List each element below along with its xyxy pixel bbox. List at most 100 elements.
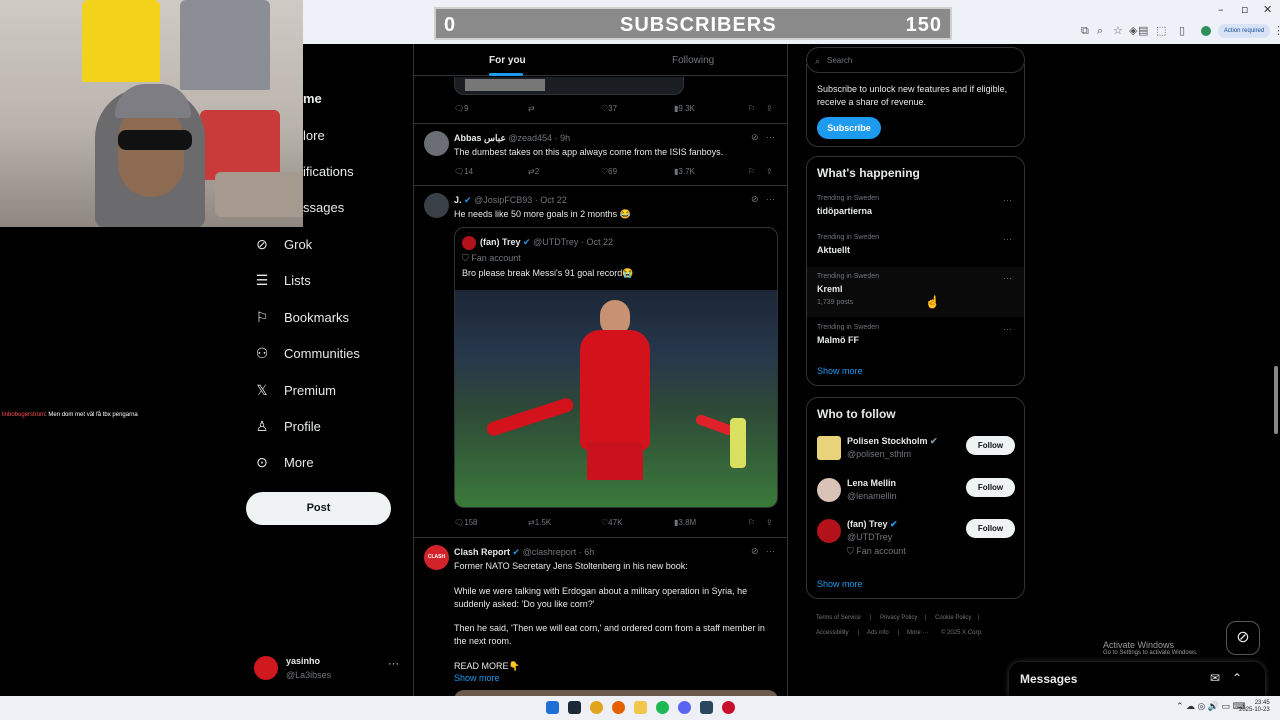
bookmark-icon[interactable]: ⚐ [748, 167, 755, 176]
puzzle-icon[interactable]: ⬚ [1156, 24, 1166, 37]
nav-communities[interactable]: ⚇ Communities [254, 345, 360, 361]
grok-icon[interactable]: ⊘ [751, 194, 759, 205]
nav-home-partial[interactable]: me [303, 91, 322, 106]
more-dots-icon[interactable]: ··· [1003, 234, 1012, 244]
clock[interactable]: 23:45 2025-10-23 [1239, 700, 1270, 714]
trend-item[interactable]: Trending in Sweden Aktuellt ··· [807, 234, 1024, 270]
more-dots-icon[interactable]: ··· [1003, 195, 1012, 205]
views-button[interactable]: ▮ 3.7K [674, 167, 695, 176]
share-icon[interactable]: ⇪ [766, 104, 773, 113]
tweet-photo[interactable] [455, 290, 777, 507]
post-button[interactable]: Post [246, 492, 391, 525]
follow-suggestion[interactable]: Polisen Stockholm ✔ @polisen_sthlm Follo… [807, 436, 1024, 476]
spotify-icon[interactable] [656, 701, 669, 714]
repost-button[interactable]: ⇄ [528, 104, 535, 113]
tab-for-you[interactable]: For you [489, 55, 526, 66]
avatar[interactable]: CLASH [424, 545, 449, 570]
start-icon[interactable] [546, 701, 559, 714]
more-dots-icon[interactable]: ··· [1003, 273, 1012, 283]
views-button[interactable]: ▮ 9.3K [674, 104, 695, 113]
avatar[interactable] [424, 193, 449, 218]
author-name[interactable]: J. [454, 195, 462, 205]
discord-icon[interactable] [678, 701, 691, 714]
share-icon[interactable]: ⇪ [766, 167, 773, 176]
close-button[interactable]: ✕ [1263, 3, 1272, 16]
follow-suggestion[interactable]: (fan) Trey ✔ @UTDTrey ⛉ Fan account Foll… [807, 519, 1024, 565]
account-switcher[interactable]: yasinho @La3ibses ··· [254, 652, 404, 688]
author-handle[interactable]: @zead454 [508, 133, 552, 143]
reply-button[interactable]: 🗨 14 [454, 167, 473, 176]
show-more-link[interactable]: Show more [454, 673, 500, 683]
more-dots-icon[interactable]: ··· [766, 132, 775, 142]
subscribe-button[interactable]: Subscribe [817, 117, 881, 139]
page-scrollbar[interactable] [1272, 44, 1280, 696]
footer-link[interactable]: Ads info [867, 630, 889, 636]
author-name[interactable]: Clash Report [454, 547, 510, 557]
reply-button[interactable]: 🗨 158 [454, 518, 478, 527]
folder-icon[interactable] [634, 701, 647, 714]
messages-drawer[interactable]: Messages ✉ ⌃ [1009, 662, 1265, 696]
tweet-time[interactable]: Oct 22 [540, 195, 567, 205]
more-dots-icon[interactable]: ··· [1003, 324, 1012, 334]
like-button[interactable]: ♡ 47K [601, 518, 622, 527]
nav-profile[interactable]: ♙ Profile [254, 418, 321, 434]
chrome-icon[interactable] [590, 701, 603, 714]
star-icon[interactable]: ☆ [1113, 24, 1123, 37]
nav-explore-partial[interactable]: lore [303, 128, 325, 143]
reply-button[interactable]: 🗨 9 [454, 104, 469, 113]
author-handle[interactable]: @JosipFCB93 [474, 195, 532, 205]
like-button[interactable]: ♡ 69 [601, 167, 617, 176]
follow-button[interactable]: Follow [966, 436, 1015, 455]
obs-icon[interactable] [722, 701, 735, 714]
zoom-icon[interactable]: ⌕ [1097, 24, 1103, 38]
bookmark-icon[interactable]: ⚐ [748, 518, 755, 527]
footer-link[interactable]: Privacy Policy [880, 615, 917, 621]
menu-icon[interactable]: ⋮ [1273, 24, 1280, 37]
extension-icon[interactable]: ▤ [1138, 24, 1148, 37]
tab-following[interactable]: Following [672, 55, 714, 66]
avatar[interactable] [424, 131, 449, 156]
minimize-button[interactable]: – [1218, 3, 1224, 16]
author-name[interactable]: Abbas عباس [454, 133, 506, 143]
follow-suggestion[interactable]: Lena Mellin @lenamellin Follow [807, 478, 1024, 518]
repost-button[interactable]: ⇄ 2 [528, 167, 539, 176]
nav-bookmarks[interactable]: ⚐ Bookmarks [254, 309, 349, 325]
scrollbar-thumb[interactable] [1274, 366, 1278, 434]
like-button[interactable]: ♡ 37 [601, 104, 617, 113]
more-dots-icon[interactable]: ··· [766, 546, 775, 556]
grok-icon[interactable]: ⊘ [751, 132, 759, 143]
tray-icons[interactable]: ⌃ ☁ ◎ 🔊 ▭ ⌨ [1176, 701, 1246, 712]
grok-floating-button[interactable]: ⊘ [1226, 621, 1260, 655]
follow-button[interactable]: Follow [966, 519, 1015, 538]
quoted-tweet[interactable]: (fan) Trey ✔ @UTDTrey · Oct 22 ⛉ Fan acc… [454, 227, 778, 508]
trend-item[interactable]: Trending in Sweden Malmö FF ··· [807, 324, 1024, 360]
steam-icon[interactable] [700, 701, 713, 714]
repost-button[interactable]: ⇄ 1.5K [528, 518, 551, 527]
show-more-follow-link[interactable]: Show more [817, 579, 863, 589]
translate-icon[interactable]: ◈ [1129, 24, 1137, 37]
share-icon[interactable]: ⇪ [766, 518, 773, 527]
bookmark-icon[interactable]: ⚐ [748, 104, 755, 113]
trend-item[interactable]: Trending in Sweden tidöpartierna ··· [807, 195, 1024, 231]
show-more-trends-link[interactable]: Show more [817, 366, 863, 376]
nav-more[interactable]: ⊙ More [254, 454, 314, 470]
nav-notifications-partial[interactable]: ifications [303, 164, 354, 179]
author-handle[interactable]: @clashreport [523, 547, 577, 557]
cast-icon[interactable]: ⧉ [1081, 24, 1089, 38]
views-button[interactable]: ▮ 3.8M [674, 518, 696, 527]
footer-more-link[interactable]: More ··· [907, 630, 928, 636]
nav-lists[interactable]: ☰ Lists [254, 272, 311, 288]
new-message-icon[interactable]: ✉ [1210, 671, 1220, 685]
trend-item[interactable]: Trending in Sweden Kreml 1,739 posts ···… [807, 267, 1024, 317]
nav-messages-partial[interactable]: ssages [303, 200, 344, 215]
footer-link[interactable]: Cookie Policy [935, 615, 971, 621]
firefox-icon[interactable] [612, 701, 625, 714]
steam-icon[interactable] [568, 701, 581, 714]
tweet-time[interactable]: 6h [584, 547, 594, 557]
maximize-button[interactable]: ▫ [1241, 3, 1248, 16]
grok-icon[interactable]: ⊘ [751, 546, 759, 557]
tweet-time[interactable]: 9h [560, 133, 570, 143]
action-required-badge[interactable]: Action required [1218, 24, 1270, 38]
footer-link[interactable]: Terms of Service [816, 615, 861, 621]
sidepanel-icon[interactable]: ▯ [1179, 24, 1185, 37]
